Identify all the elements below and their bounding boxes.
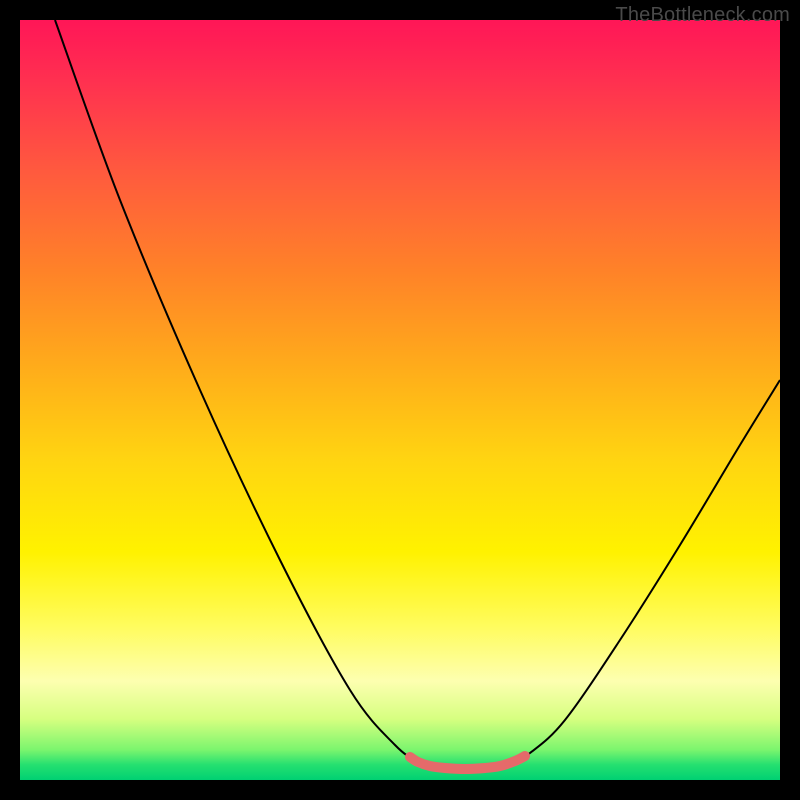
chart-container: TheBottleneck.com bbox=[0, 0, 800, 800]
watermark-text: TheBottleneck.com bbox=[615, 4, 790, 27]
trough-marker bbox=[410, 756, 525, 769]
curve-layer bbox=[20, 20, 780, 780]
bottleneck-curve bbox=[55, 20, 780, 769]
plot-area bbox=[20, 20, 780, 780]
